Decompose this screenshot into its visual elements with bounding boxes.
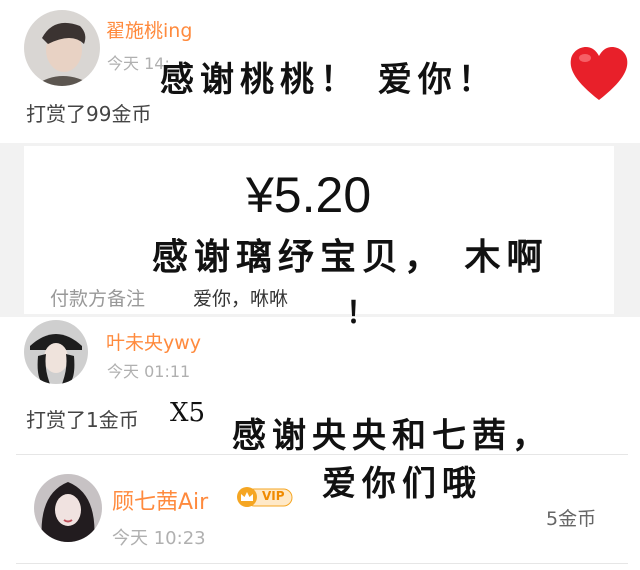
thanks-caption: 感谢桃桃！ 爱你！ bbox=[160, 60, 498, 100]
timestamp: 今天 01:11 bbox=[107, 362, 191, 381]
thanks-caption: 感谢央央和七茜， bbox=[232, 416, 552, 456]
vip-badge: VIP bbox=[236, 486, 294, 508]
user-avatar-image bbox=[24, 320, 88, 384]
heart-icon bbox=[568, 44, 630, 102]
user-avatar-image bbox=[24, 10, 100, 86]
avatar[interactable] bbox=[24, 10, 100, 86]
gift-multiplier: X5 bbox=[170, 398, 206, 428]
timestamp: 今天 10:23 bbox=[112, 528, 206, 549]
username[interactable]: 叶未央ywy bbox=[106, 328, 201, 355]
user-avatar-image bbox=[34, 474, 102, 542]
vip-label: VIP bbox=[262, 489, 285, 503]
gift-text: 打赏了1金币 bbox=[26, 408, 139, 432]
note-label: 付款方备注 bbox=[50, 288, 146, 310]
divider bbox=[16, 563, 628, 564]
thanks-caption: 感谢璃纾宝贝， 木啊 bbox=[152, 236, 549, 278]
thanks-caption-end: ！ bbox=[346, 296, 382, 331]
thanks-caption-line2: 爱你们哦 bbox=[322, 464, 482, 504]
coin-amount: 5金币 bbox=[546, 508, 597, 530]
avatar[interactable] bbox=[34, 474, 102, 542]
gift-text: 打赏了99金币 bbox=[26, 102, 152, 126]
username[interactable]: 顾七茜Air bbox=[112, 484, 208, 516]
note-value: 爱你，咻咻 bbox=[193, 288, 289, 310]
username[interactable]: 翟施桃ing bbox=[106, 16, 192, 43]
payment-amount: ¥5.20 bbox=[246, 167, 372, 223]
divider bbox=[16, 454, 628, 455]
avatar[interactable] bbox=[24, 320, 88, 384]
